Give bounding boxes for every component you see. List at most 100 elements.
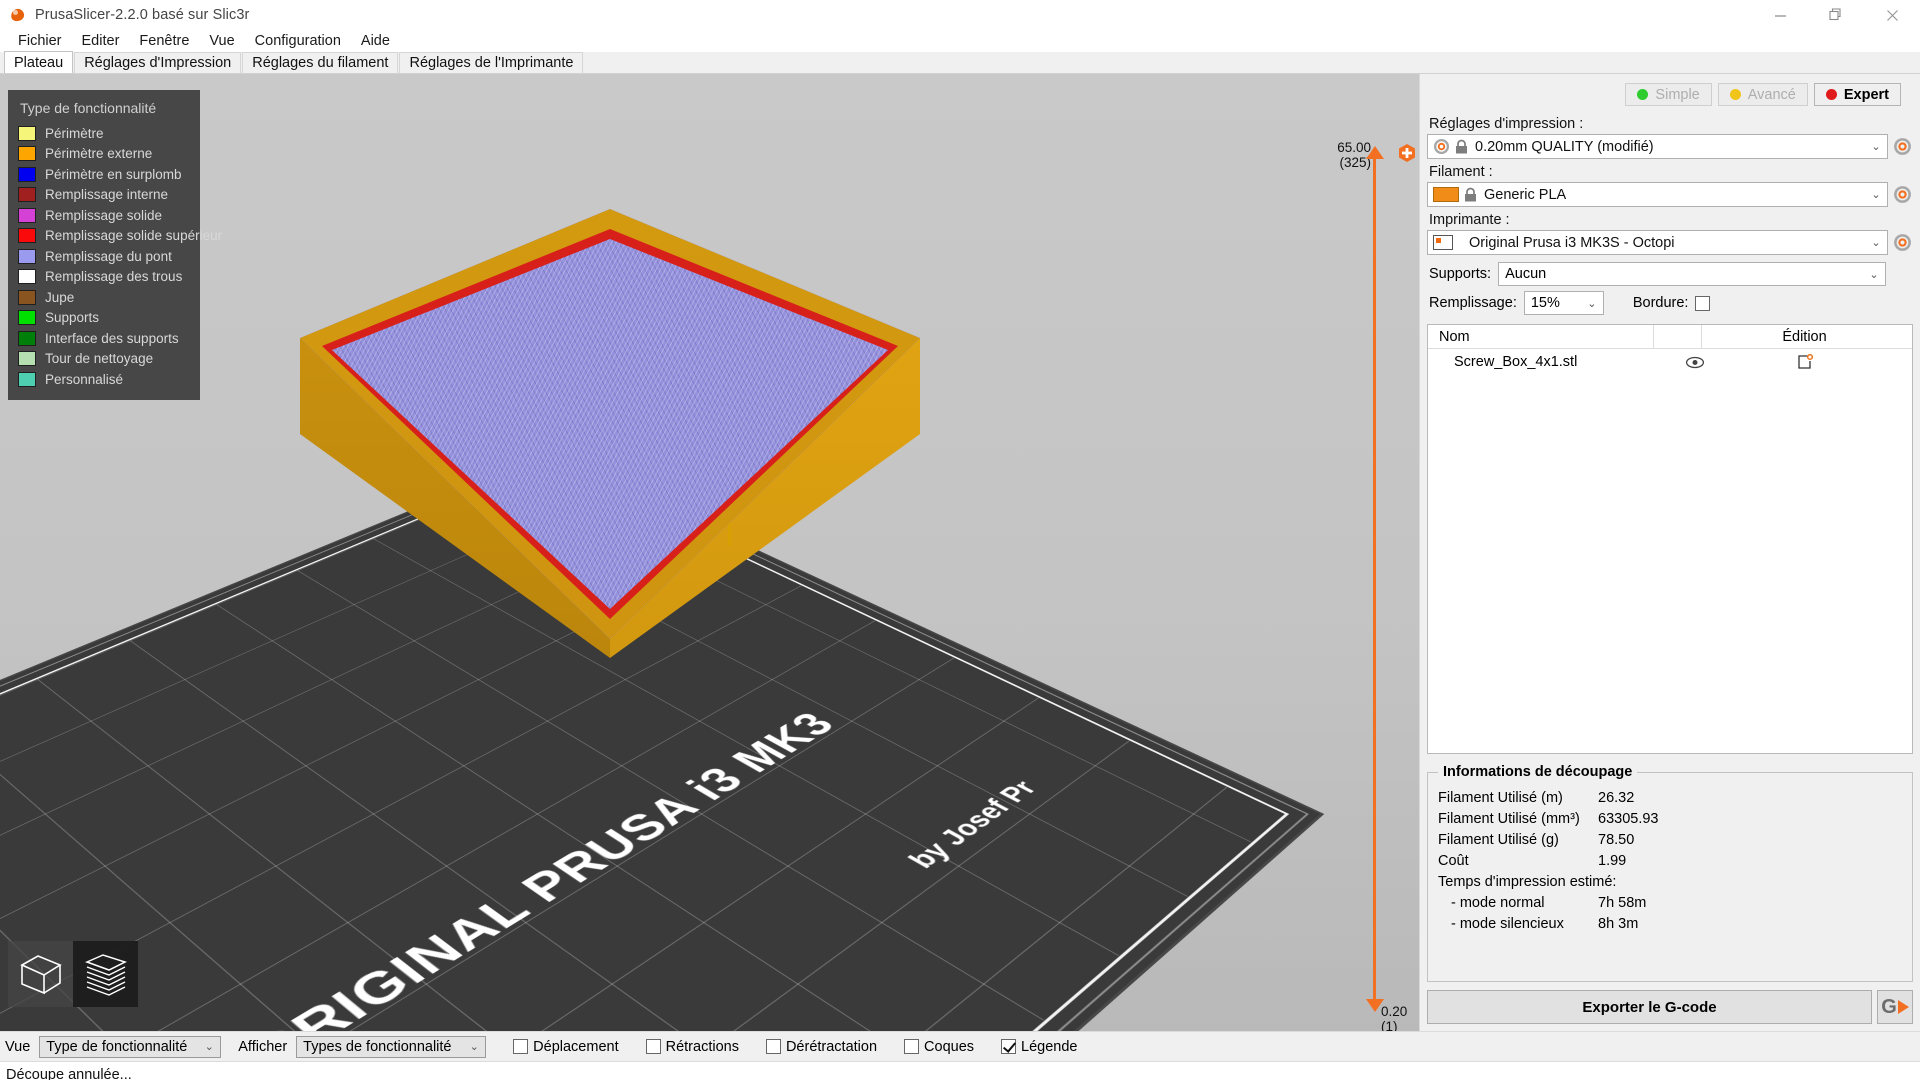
printer-combo[interactable]: Original Prusa i3 MK3S - Octopi ⌄ bbox=[1427, 230, 1888, 255]
layer-slider-bottom-value: 0.20 (1) bbox=[1381, 1004, 1408, 1031]
legend-item-bridge-infill[interactable]: Remplissage du pont bbox=[18, 246, 190, 267]
info-row-normal-mode: - mode normal 7h 58m bbox=[1438, 893, 1902, 914]
chevron-down-icon[interactable]: ⌄ bbox=[200, 1040, 218, 1053]
menu-item-aide[interactable]: Aide bbox=[351, 31, 400, 51]
legend-item-overhang-perimeter[interactable]: Périmètre en surplomb bbox=[18, 164, 190, 185]
table-row[interactable]: Screw_Box_4x1.stl bbox=[1428, 349, 1912, 375]
checkbox-label: Déplacement bbox=[533, 1038, 619, 1055]
layer-slider[interactable]: 65.00 (325) 0.20 (1) bbox=[1319, 74, 1415, 1031]
view-type-combo[interactable]: Type de fonctionnalité ⌄ bbox=[39, 1035, 222, 1058]
checkbox-box[interactable] bbox=[645, 1039, 661, 1054]
legend-item-wipe-tower[interactable]: Tour de nettoyage bbox=[18, 349, 190, 370]
chevron-down-icon[interactable]: ⌄ bbox=[1867, 188, 1885, 201]
legend-item-custom[interactable]: Personnalisé bbox=[18, 369, 190, 390]
print-settings-gear-icon[interactable] bbox=[1893, 137, 1913, 157]
printer-label: Imprimante : bbox=[1429, 212, 1510, 228]
filament-combo[interactable]: Generic PLA ⌄ bbox=[1427, 182, 1888, 207]
layer-slider-upper-handle[interactable] bbox=[1366, 146, 1384, 164]
info-row-cost: Coût 1.99 bbox=[1438, 851, 1902, 872]
layers-icon[interactable] bbox=[73, 941, 138, 1007]
object-name: Screw_Box_4x1.stl bbox=[1454, 354, 1578, 370]
brim-checkbox[interactable] bbox=[1695, 295, 1711, 311]
legend-label: Remplissage solide bbox=[45, 207, 163, 223]
show-label: Afficher bbox=[238, 1038, 288, 1055]
status-bar: Découpe annulée... bbox=[0, 1061, 1920, 1080]
filament-gear-icon[interactable] bbox=[1893, 185, 1913, 205]
infill-combo[interactable]: 15% ⌄ bbox=[1523, 291, 1604, 315]
minimize-button[interactable] bbox=[1752, 0, 1808, 30]
chevron-down-icon[interactable]: ⌄ bbox=[1867, 236, 1885, 249]
menu-item-configuration[interactable]: Configuration bbox=[245, 31, 351, 51]
legend-label: Remplissage des trous bbox=[45, 269, 183, 285]
edit-icon[interactable] bbox=[1737, 354, 1912, 370]
show-type-combo[interactable]: Types de fonctionnalité ⌄ bbox=[296, 1035, 487, 1058]
tab-printer-settings[interactable]: Réglages de l'Imprimante bbox=[399, 52, 584, 73]
menu-item-fichier[interactable]: Fichier bbox=[8, 31, 72, 51]
mode-expert-button[interactable]: Expert bbox=[1813, 83, 1901, 106]
legend-swatch bbox=[18, 166, 36, 182]
show-type-value: Types de fonctionnalité bbox=[303, 1038, 452, 1055]
info-value: 8h 3m bbox=[1598, 916, 1639, 932]
restore-button[interactable] bbox=[1808, 0, 1864, 30]
print-settings-combo[interactable]: 0.20mm QUALITY (modifié) ⌄ bbox=[1427, 134, 1888, 159]
3d-preview-canvas[interactable]: ORIGINAL PRUSA i3 MK3 by Josef Pr Type d… bbox=[0, 74, 1419, 1031]
legend-item-external-perimeter[interactable]: Périmètre externe bbox=[18, 144, 190, 165]
mode-advanced-button[interactable]: Avancé bbox=[1717, 83, 1808, 106]
legend-item-perimeter[interactable]: Périmètre bbox=[18, 123, 190, 144]
layer-slider-track[interactable] bbox=[1373, 154, 1376, 1009]
checkbox-box[interactable] bbox=[904, 1039, 920, 1054]
checkbox-retractions[interactable]: Rétractions bbox=[645, 1038, 739, 1055]
add-layer-range-icon[interactable] bbox=[1398, 144, 1416, 166]
checkbox-label: Rétractions bbox=[665, 1038, 739, 1055]
object-list[interactable]: Nom Édition Screw_Box_4x1.stl bbox=[1427, 324, 1913, 754]
legend-swatch bbox=[18, 187, 36, 203]
export-gcode-button[interactable]: Exporter le G-code bbox=[1427, 990, 1872, 1024]
eye-icon[interactable] bbox=[1653, 356, 1737, 369]
legend-item-gap-fill[interactable]: Remplissage des trous bbox=[18, 267, 190, 288]
legend-item-skirt[interactable]: Jupe bbox=[18, 287, 190, 308]
chevron-down-icon[interactable]: ⌄ bbox=[1583, 297, 1601, 310]
chevron-down-icon[interactable]: ⌄ bbox=[1867, 140, 1885, 153]
close-button[interactable] bbox=[1864, 0, 1920, 30]
cube-icon[interactable] bbox=[8, 941, 73, 1007]
checkbox-legend[interactable]: Légende bbox=[1001, 1039, 1077, 1055]
chevron-down-icon[interactable]: ⌄ bbox=[465, 1040, 483, 1053]
legend-item-internal-infill[interactable]: Remplissage interne bbox=[18, 185, 190, 206]
legend-swatch bbox=[18, 351, 36, 367]
legend-label: Tour de nettoyage bbox=[45, 351, 154, 367]
legend-item-top-solid-infill[interactable]: Remplissage solide supérieur bbox=[18, 226, 222, 247]
tab-print-settings[interactable]: Réglages d'Impression bbox=[74, 52, 242, 73]
tab-plateau[interactable]: Plateau bbox=[4, 51, 74, 73]
lock-icon bbox=[1456, 139, 1467, 153]
chevron-down-icon[interactable]: ⌄ bbox=[1865, 268, 1883, 281]
checkbox-shells[interactable]: Coques bbox=[904, 1039, 974, 1055]
filament-color-swatch bbox=[1433, 187, 1459, 202]
menu-item-editer[interactable]: Editer bbox=[72, 31, 130, 51]
checkbox-label: Dérétractation bbox=[785, 1038, 878, 1055]
supports-combo[interactable]: Aucun ⌄ bbox=[1498, 262, 1886, 286]
legend-label: Jupe bbox=[45, 289, 75, 305]
mode-simple-button[interactable]: Simple bbox=[1625, 83, 1712, 106]
view-label: Vue bbox=[5, 1038, 31, 1055]
legend-label: Périmètre en surplomb bbox=[45, 166, 182, 182]
send-gcode-icon[interactable]: G bbox=[1877, 990, 1913, 1024]
info-key: - mode normal bbox=[1451, 895, 1545, 911]
legend-item-solid-infill[interactable]: Remplissage solide bbox=[18, 205, 190, 226]
menu-item-fenetre[interactable]: Fenêtre bbox=[129, 31, 199, 51]
legend-item-support-interface[interactable]: Interface des supports bbox=[18, 328, 190, 349]
checkbox-box[interactable] bbox=[765, 1039, 781, 1054]
printer-gear-icon[interactable] bbox=[1893, 233, 1913, 253]
printer-icon bbox=[1433, 235, 1453, 250]
sliced-model[interactable] bbox=[300, 209, 920, 658]
column-header-edition: Édition bbox=[1782, 328, 1827, 345]
checkbox-deretractions[interactable]: Dérétractation bbox=[765, 1038, 878, 1055]
tab-filament-settings[interactable]: Réglages du filament bbox=[242, 52, 399, 73]
feature-type-legend: Type de fonctionnalité Périmètre Périmèt… bbox=[8, 90, 222, 400]
checkbox-travel[interactable]: Déplacement bbox=[513, 1038, 619, 1055]
menu-item-vue[interactable]: Vue bbox=[199, 31, 244, 51]
legend-item-supports[interactable]: Supports bbox=[18, 308, 190, 329]
checkbox-label: Légende bbox=[1021, 1038, 1078, 1055]
printer-row: Original Prusa i3 MK3S - Octopi ⌄ bbox=[1427, 230, 1913, 255]
checkbox-box[interactable] bbox=[1001, 1039, 1017, 1054]
checkbox-box[interactable] bbox=[513, 1039, 529, 1054]
